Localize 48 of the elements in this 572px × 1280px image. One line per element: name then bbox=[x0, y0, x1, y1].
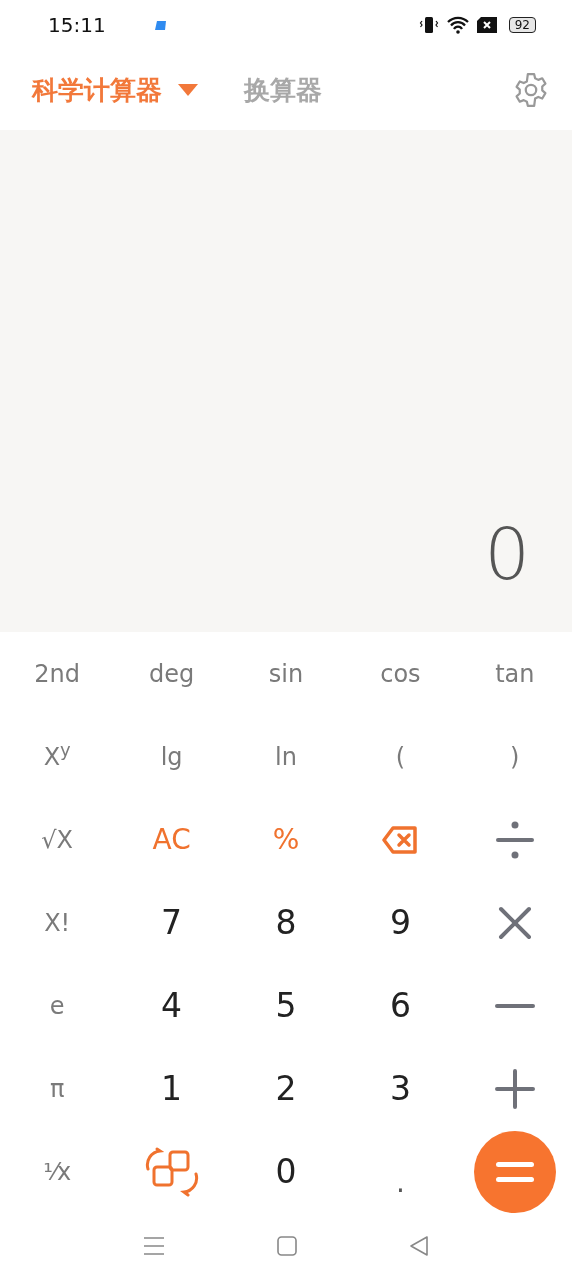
vibrate-icon bbox=[418, 15, 439, 35]
divide-icon[interactable] bbox=[494, 820, 535, 859]
function-key[interactable]: ) bbox=[504, 742, 526, 771]
digit-key[interactable]: 5 bbox=[269, 987, 303, 1024]
digit-key[interactable]: 6 bbox=[383, 987, 417, 1024]
digit-key[interactable]: 0 bbox=[269, 1153, 303, 1190]
plus-icon[interactable] bbox=[494, 1068, 535, 1109]
battery-indicator: 92 bbox=[508, 17, 536, 33]
function-key[interactable]: √X bbox=[35, 825, 80, 854]
decimal-key[interactable]: . bbox=[389, 1167, 411, 1199]
equals-icon bbox=[495, 1161, 534, 1182]
status-time: 15:11 bbox=[48, 12, 106, 39]
no-sim-icon bbox=[476, 17, 497, 33]
function-key[interactable]: lg bbox=[154, 742, 189, 771]
backspace-icon[interactable] bbox=[382, 825, 419, 854]
tab[interactable]: 换算器 bbox=[244, 70, 322, 110]
app-notification-icon bbox=[153, 18, 168, 33]
digit-key[interactable]: 3 bbox=[383, 1070, 417, 1107]
function-key[interactable]: deg bbox=[142, 659, 201, 688]
function-key[interactable]: e bbox=[43, 991, 71, 1020]
function-key[interactable]: ¹⁄x bbox=[37, 1157, 78, 1186]
digit-key[interactable]: 8 bbox=[269, 904, 303, 941]
menu-icon[interactable] bbox=[143, 1235, 165, 1256]
function-key[interactable]: % bbox=[266, 823, 306, 856]
wifi-icon bbox=[446, 16, 469, 34]
switch-icon[interactable] bbox=[143, 1146, 200, 1197]
result-display: 0 bbox=[484, 518, 530, 590]
back-icon[interactable] bbox=[409, 1235, 429, 1256]
function-key[interactable]: sin bbox=[262, 659, 310, 688]
digit-key[interactable]: 7 bbox=[155, 904, 189, 941]
digit-key[interactable]: 4 bbox=[155, 987, 189, 1024]
digit-key[interactable]: 1 bbox=[155, 1070, 189, 1107]
function-key[interactable]: π bbox=[43, 1074, 71, 1103]
dropdown-caret-icon bbox=[178, 84, 198, 96]
function-key[interactable]: X! bbox=[38, 908, 77, 937]
tab[interactable]: 科学计算器 bbox=[32, 70, 198, 110]
digit-key[interactable]: 2 bbox=[269, 1070, 303, 1107]
function-key[interactable]: tan bbox=[489, 659, 541, 688]
multiply-icon[interactable] bbox=[497, 905, 532, 940]
function-key[interactable]: ln bbox=[269, 742, 303, 771]
function-key[interactable]: ( bbox=[389, 742, 412, 771]
function-key[interactable]: 2nd bbox=[28, 659, 87, 688]
function-key[interactable]: cos bbox=[374, 659, 427, 688]
digit-key[interactable]: 9 bbox=[383, 904, 417, 941]
minus-icon[interactable] bbox=[494, 1002, 535, 1009]
home-icon[interactable] bbox=[277, 1235, 297, 1256]
function-key[interactable]: AC bbox=[146, 823, 197, 856]
function-key[interactable]: X$^{y}$ bbox=[37, 742, 77, 771]
